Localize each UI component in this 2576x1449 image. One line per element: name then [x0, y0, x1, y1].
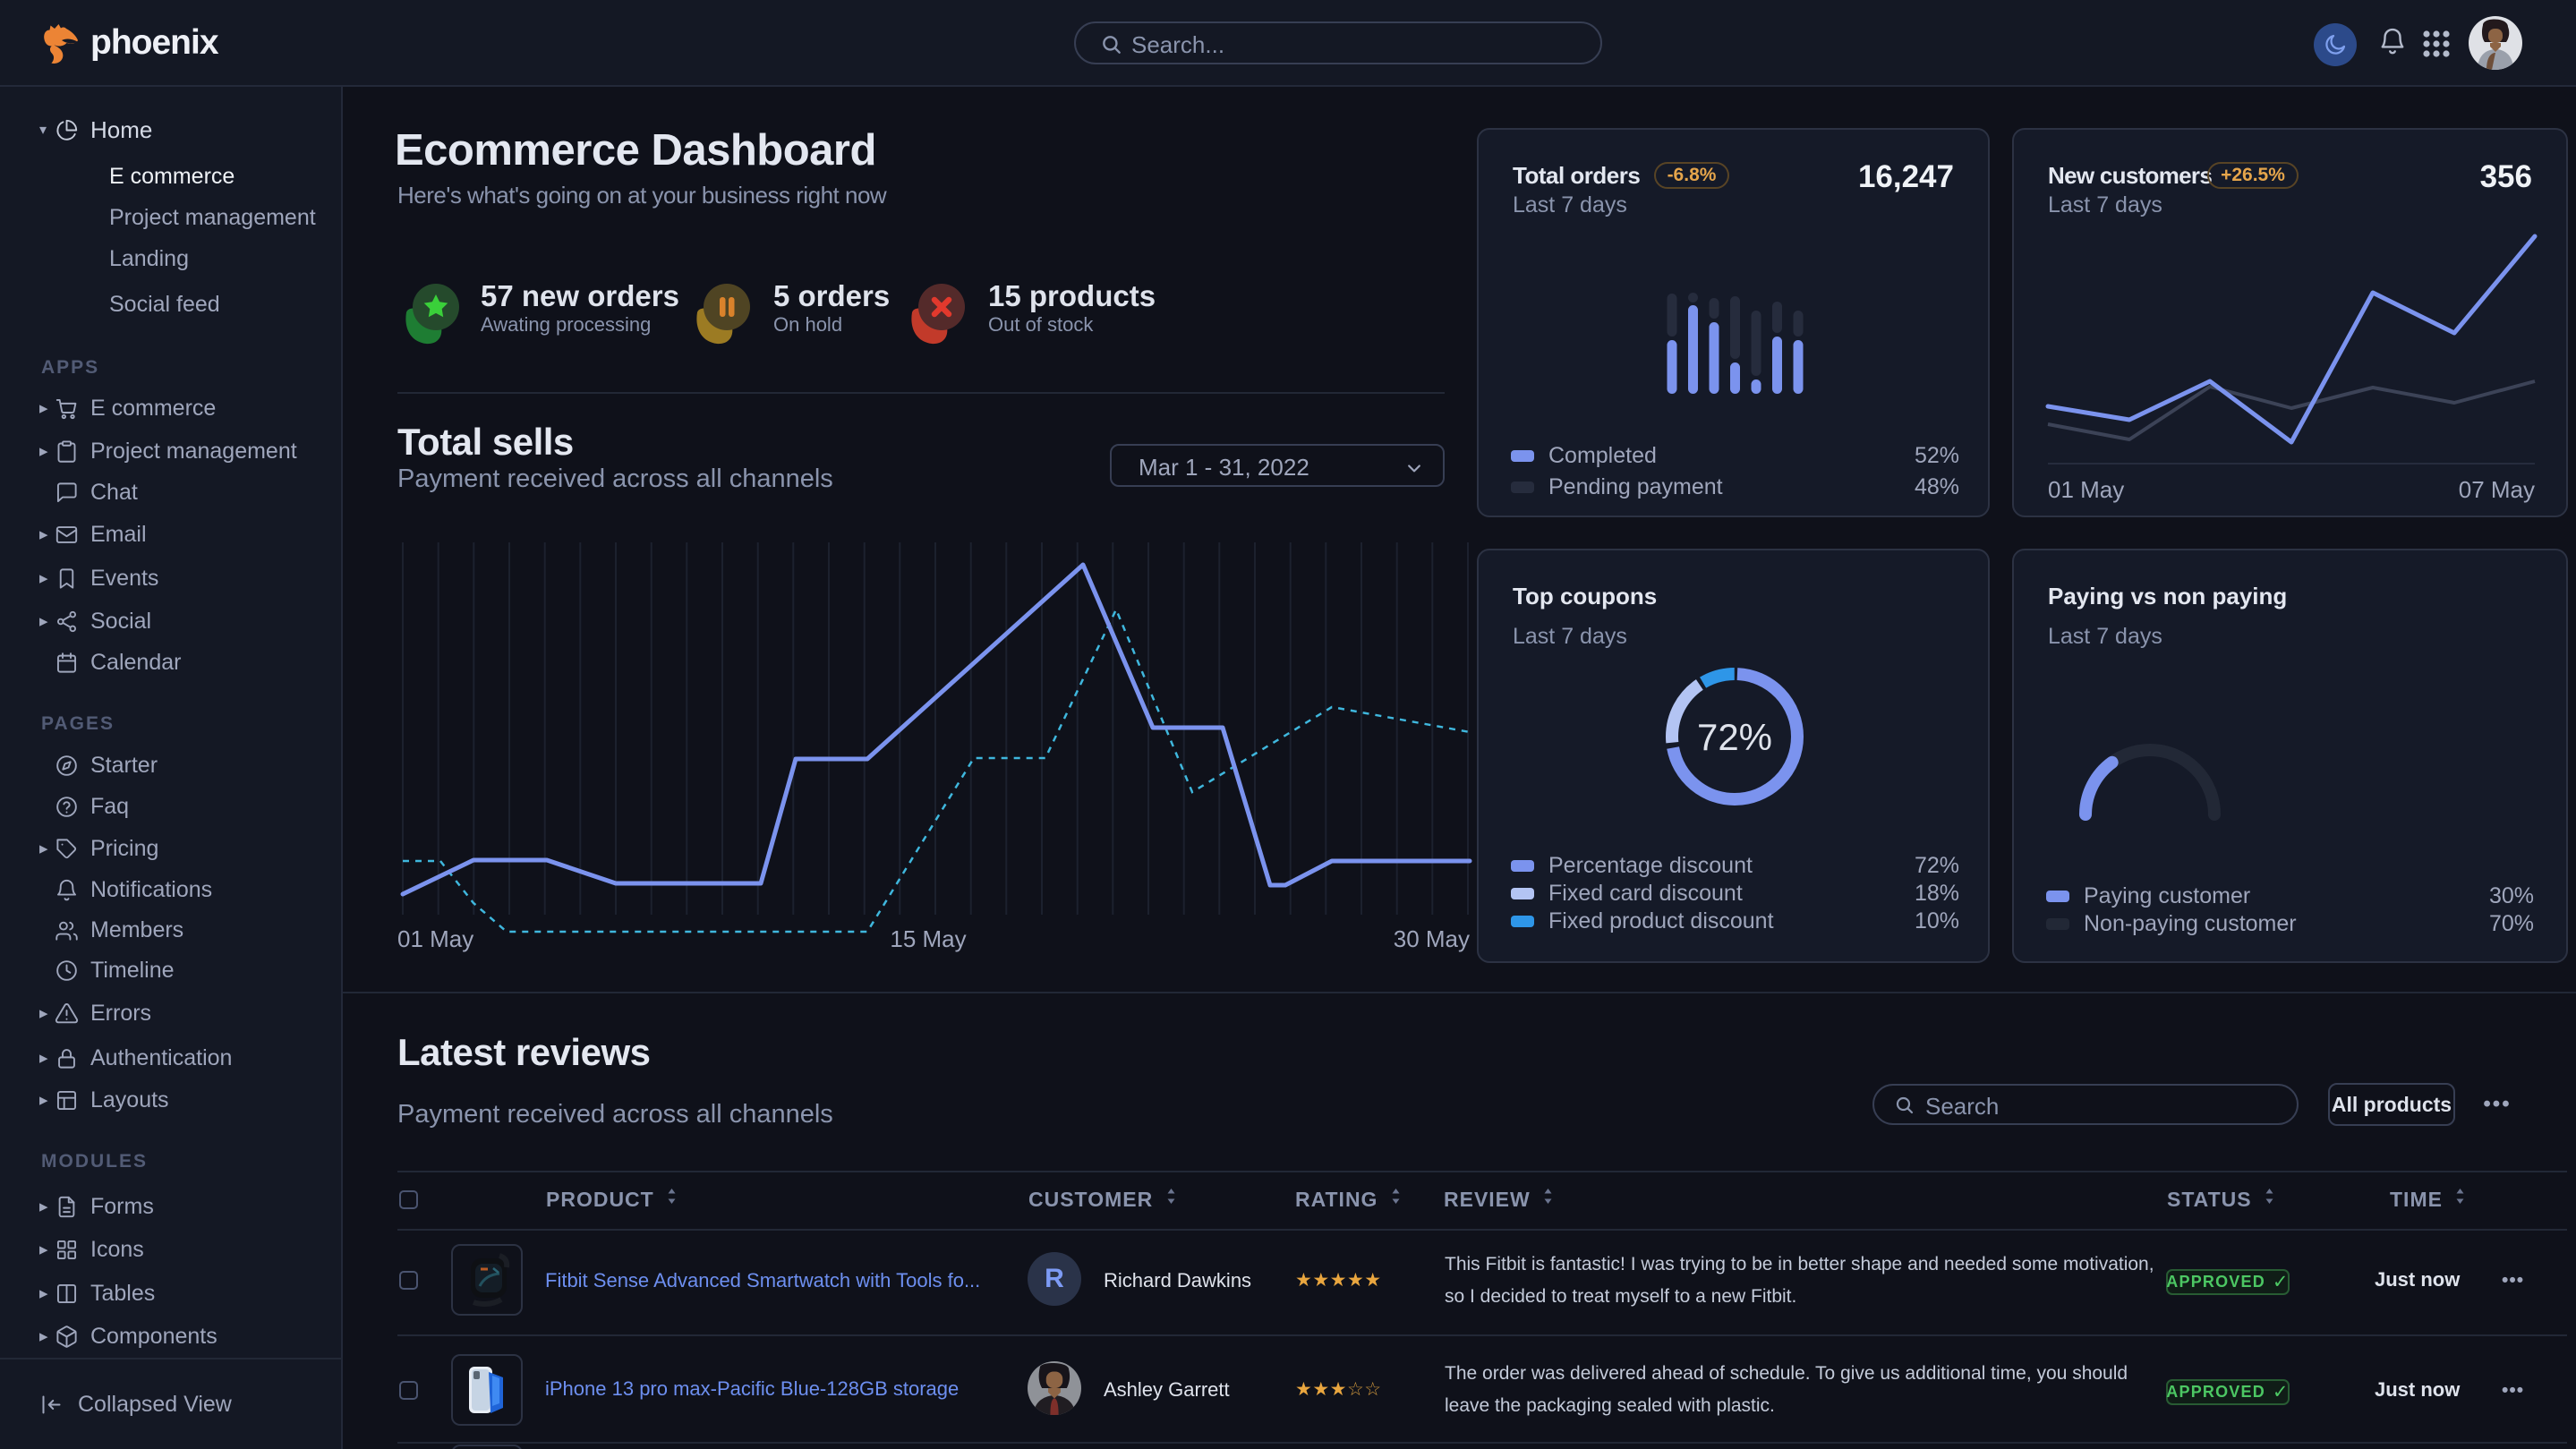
svg-text:72%: 72%	[1697, 716, 1772, 758]
svg-text:15 May: 15 May	[890, 925, 966, 952]
svg-text:01 May: 01 May	[397, 925, 473, 952]
svg-text:30 May: 30 May	[1394, 925, 1470, 952]
svg-text:07 May: 07 May	[2459, 476, 2535, 503]
svg-text:01 May: 01 May	[2048, 476, 2124, 503]
